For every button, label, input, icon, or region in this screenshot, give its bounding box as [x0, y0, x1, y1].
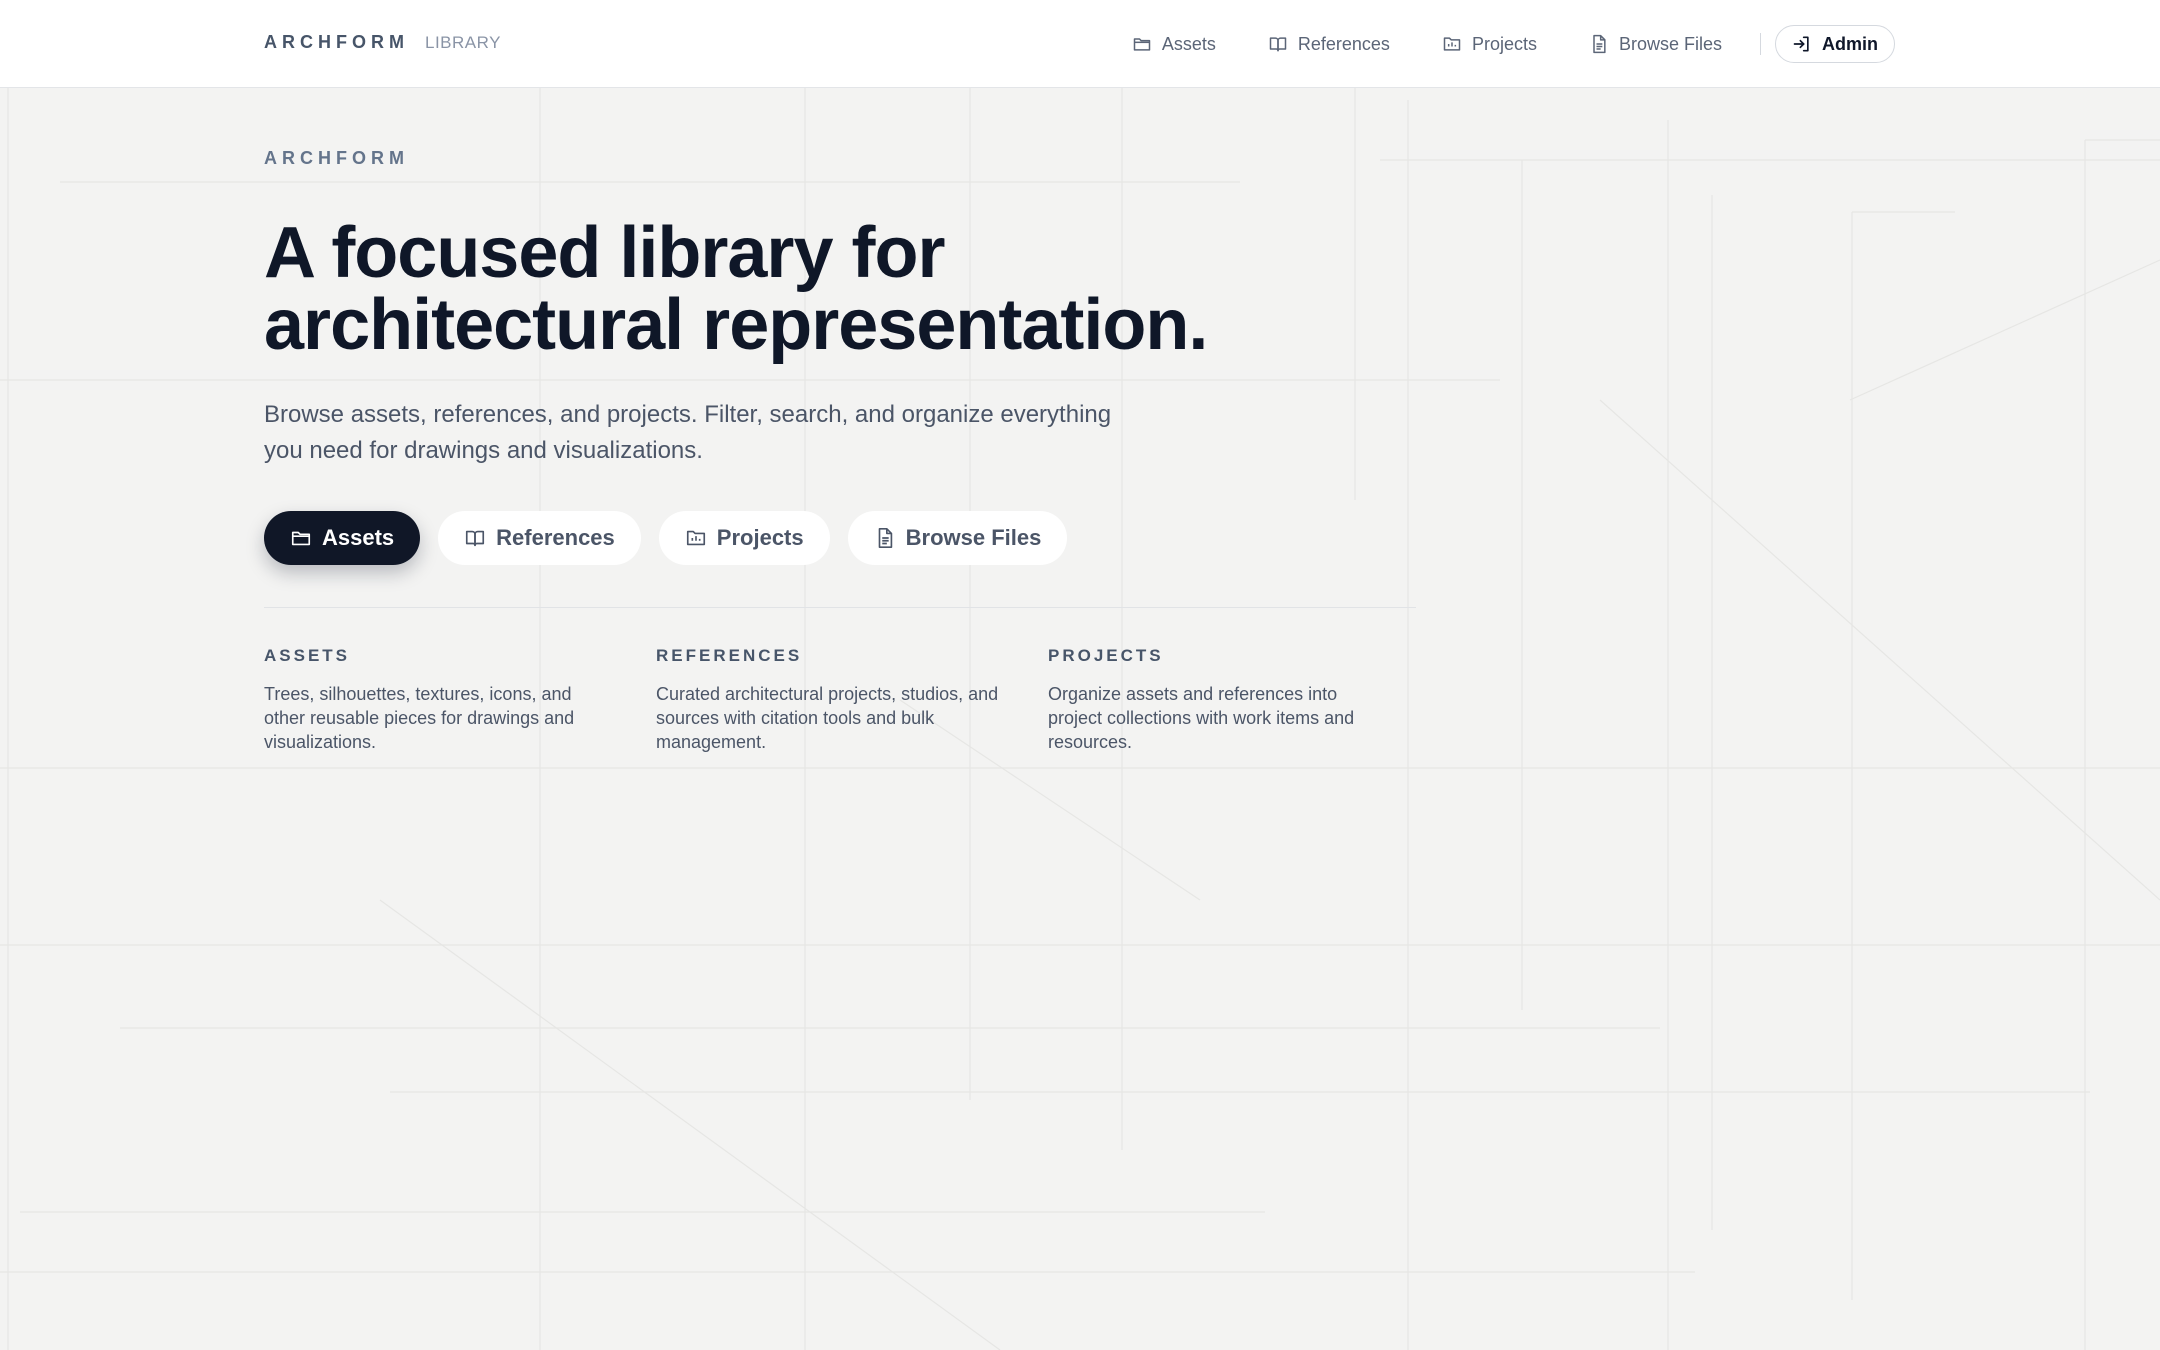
brand-subtitle: LIBRARY [425, 33, 501, 52]
nav-item-references[interactable]: References [1268, 34, 1390, 55]
feature-columns: ASSETS Trees, silhouettes, textures, ico… [264, 646, 1464, 754]
hero-eyebrow: ARCHFORM [264, 148, 409, 168]
nav-item-label: References [1297, 33, 1390, 54]
pill-label: Assets [322, 525, 395, 550]
file-text-icon [878, 528, 892, 548]
pill-label: Browse Files [905, 525, 1042, 550]
brand-name: ARCHFORM [264, 32, 409, 52]
nav-item-label: Projects [1471, 33, 1537, 54]
book-icon [1269, 37, 1287, 52]
project-folder-icon [1443, 37, 1461, 51]
nav-item-label: Assets [1161, 33, 1216, 54]
pill-label: Projects [716, 525, 804, 550]
section-divider [264, 607, 1416, 608]
hero-section: ARCHFORM A focused library for architect… [264, 148, 1464, 754]
feature-title: PROJECTS [1048, 646, 1164, 665]
hero-headline: A focused library for architectural repr… [264, 217, 1464, 361]
project-folder-icon [686, 530, 705, 546]
nav-item-assets[interactable]: Assets [1132, 34, 1216, 55]
top-navigation-bar: ARCHFORM LIBRARY Assets References Proje… [0, 0, 2160, 88]
headline-line-2: architectural representation. [264, 285, 1208, 365]
folder-icon [1133, 38, 1151, 51]
feature-title: REFERENCES [656, 646, 803, 665]
feature-projects: PROJECTS Organize assets and references … [1048, 646, 1392, 754]
pill-browse-files[interactable]: Browse Files [847, 511, 1068, 565]
feature-references: REFERENCES Curated architectural project… [656, 646, 1000, 754]
sign-in-icon [1793, 36, 1809, 52]
book-icon [466, 530, 485, 547]
file-text-icon [1593, 34, 1606, 54]
feature-title: ASSETS [264, 646, 351, 665]
nav-item-projects[interactable]: Projects [1442, 34, 1537, 55]
admin-button[interactable]: Admin [1775, 25, 1895, 63]
feature-description: Curated architectural projects, studios,… [656, 684, 999, 752]
folder-icon [291, 531, 311, 546]
nav-item-label: Browse Files [1618, 33, 1722, 54]
headline-line-1: A focused library for [264, 213, 945, 293]
nav-separator [1760, 33, 1761, 55]
feature-description: Organize assets and references into proj… [1048, 684, 1355, 752]
main-nav: Assets References Projects Browse Files … [1132, 24, 1895, 64]
admin-button-label: Admin [1822, 33, 1878, 54]
nav-item-browse-files[interactable]: Browse Files [1589, 34, 1722, 55]
section-pills: Assets References Projects Browse Files [264, 511, 1464, 565]
pill-references[interactable]: References [438, 511, 641, 565]
pill-label: References [496, 525, 615, 550]
feature-description: Trees, silhouettes, textures, icons, and… [264, 684, 575, 752]
feature-assets: ASSETS Trees, silhouettes, textures, ico… [264, 646, 608, 754]
hero-lead-text: Browse assets, references, and projects.… [264, 401, 1112, 464]
pill-assets[interactable]: Assets [264, 511, 421, 565]
brand-logo[interactable]: ARCHFORM LIBRARY [264, 32, 501, 53]
pill-projects[interactable]: Projects [658, 511, 830, 565]
